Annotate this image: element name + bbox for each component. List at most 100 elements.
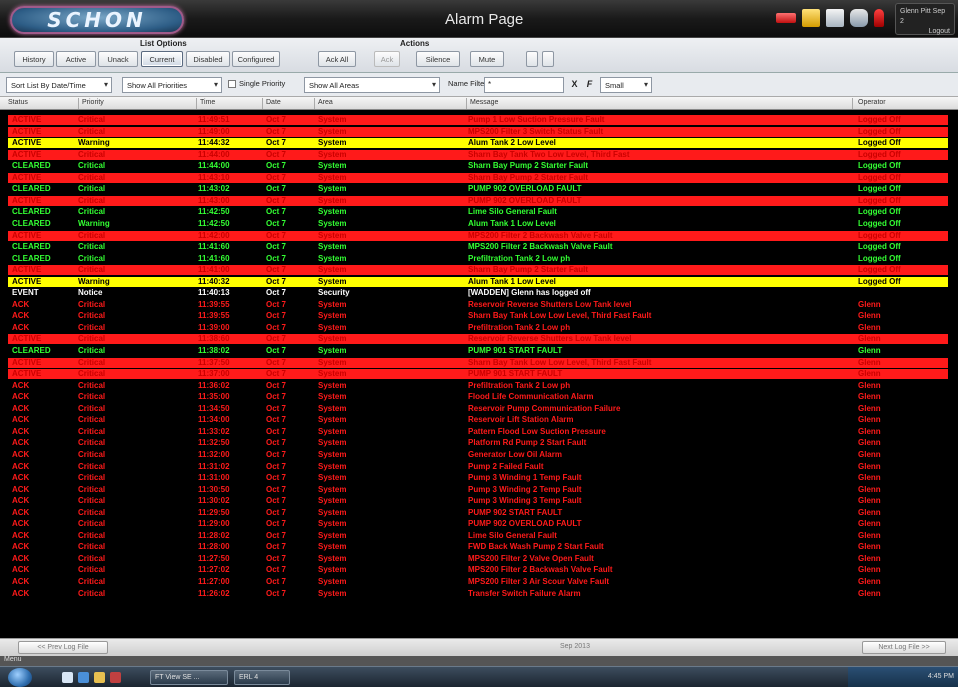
alarm-row[interactable]: ACK Critical 11:39:55 Oct 7 System Sharn Bay …: [8, 311, 948, 321]
history-button[interactable]: History: [14, 51, 54, 67]
alarm-row[interactable]: ACTIVE Warning 11:44:32 Oct 7 System Alum Tan…: [8, 138, 948, 148]
col-date[interactable]: Date: [266, 99, 281, 106]
alarm-area: System: [318, 300, 347, 309]
alarm-row[interactable]: ACTIVE Critical 11:44:00 Oct 7 System Sharn B…: [8, 150, 948, 160]
alarm-row[interactable]: CLEARED Critical 11:44:00 Oct 7 System Sharn …: [8, 161, 948, 171]
alarm-row[interactable]: ACK Critical 11:29:00 Oct 7 System PUMP 902 O…: [8, 519, 948, 529]
name-filter-input[interactable]: *: [484, 77, 564, 93]
col-time[interactable]: Time: [200, 99, 215, 106]
silence-button[interactable]: Silence: [416, 51, 460, 67]
media-icon[interactable]: [110, 672, 121, 683]
alarm-row[interactable]: ACK Critical 11:39:00 Oct 7 System Prefiltrat…: [8, 323, 948, 333]
export-icon[interactable]: [542, 51, 554, 67]
area-dropdown[interactable]: Show All Areas: [304, 77, 440, 93]
alarm-row[interactable]: ACTIVE Critical 11:49:00 Oct 7 System MPS200 …: [8, 127, 948, 137]
font-size-dropdown[interactable]: Small: [600, 77, 652, 93]
alarm-row[interactable]: CLEARED Critical 11:43:02 Oct 7 System PUMP 9…: [8, 184, 948, 194]
alarm-row[interactable]: ACTIVE Critical 11:49:51 Oct 7 System Pump 1 …: [8, 115, 948, 125]
alarm-row[interactable]: CLEARED Critical 11:42:50 Oct 7 System Lime S…: [8, 207, 948, 217]
taskbar-item-erl[interactable]: ERL 4: [234, 670, 290, 685]
alarm-row[interactable]: CLEARED Critical 11:41:60 Oct 7 System MPS200…: [8, 242, 948, 252]
alarm-row[interactable]: ACK Critical 11:27:02 Oct 7 System MPS200 Fil…: [8, 565, 948, 575]
alarm-bell-icon[interactable]: [776, 13, 796, 23]
alarm-message: Sharn Bay Tank Two Low Level, Third Fast: [468, 150, 630, 159]
ack-button[interactable]: Ack: [374, 51, 400, 67]
alarm-row[interactable]: ACK Critical 11:36:02 Oct 7 System Prefiltrat…: [8, 381, 948, 391]
document-icon[interactable]: [826, 9, 844, 27]
alarm-row[interactable]: ACK Critical 11:31:02 Oct 7 System Pump 2 Fai…: [8, 462, 948, 472]
alarm-row[interactable]: ACK Critical 11:27:50 Oct 7 System MPS200 Fil…: [8, 554, 948, 564]
alarm-row[interactable]: ACTIVE Critical 11:38:60 Oct 7 System Reservo…: [8, 334, 948, 344]
priority-dropdown[interactable]: Show All Priorities: [122, 77, 222, 93]
notes-icon[interactable]: [802, 9, 820, 27]
column-divider[interactable]: [852, 98, 853, 109]
current-button[interactable]: Current: [141, 51, 183, 67]
unack-button[interactable]: Unack: [98, 51, 138, 67]
taskbar-item-ftview[interactable]: FT View SE ...: [150, 670, 228, 685]
alarm-row[interactable]: ACK Critical 11:34:50 Oct 7 System Reservoir …: [8, 404, 948, 414]
desktop-icon[interactable]: [62, 672, 73, 683]
column-divider[interactable]: [314, 98, 315, 109]
alarm-row[interactable]: ACK Critical 11:28:00 Oct 7 System FWD Back W…: [8, 542, 948, 552]
alarm-row[interactable]: ACTIVE Critical 11:43:10 Oct 7 System Sharn B…: [8, 173, 948, 183]
col-status[interactable]: Status: [8, 99, 28, 106]
clock[interactable]: 4:45 PM: [928, 673, 954, 680]
single-priority-checkbox[interactable]: Single Priority: [228, 79, 285, 88]
alarm-row[interactable]: ACK Critical 11:34:00 Oct 7 System Reservoir …: [8, 415, 948, 425]
alarm-row[interactable]: ACTIVE Critical 11:43:00 Oct 7 System PUMP 90…: [8, 196, 948, 206]
alarm-row[interactable]: ACK Critical 11:28:02 Oct 7 System Lime Silo …: [8, 531, 948, 541]
column-divider[interactable]: [466, 98, 467, 109]
print-icon[interactable]: [526, 51, 538, 67]
alarm-row[interactable]: ACK Critical 11:35:00 Oct 7 System Flood Life…: [8, 392, 948, 402]
disabled-button[interactable]: Disabled: [186, 51, 230, 67]
alarm-row[interactable]: ACTIVE Warning 11:40:32 Oct 7 System Alum Tan…: [8, 277, 948, 287]
column-divider[interactable]: [196, 98, 197, 109]
alarm-row[interactable]: CLEARED Critical 11:38:02 Oct 7 System PUMP 9…: [8, 346, 948, 356]
alarm-row[interactable]: ACTIVE Critical 11:37:50 Oct 7 System Sharn B…: [8, 358, 948, 368]
alarm-row[interactable]: ACTIVE Critical 11:42:00 Oct 7 System MPS200 …: [8, 231, 948, 241]
clear-filter-icon[interactable]: X: [568, 78, 581, 91]
user-panel[interactable]: Glenn Pitt Sep 2 Logout: [895, 3, 955, 35]
alarm-row[interactable]: ACK Critical 11:30:50 Oct 7 System Pump 3 Win…: [8, 485, 948, 495]
mute-button[interactable]: Mute: [470, 51, 504, 67]
alarm-row[interactable]: CLEARED Critical 11:41:60 Oct 7 System Prefil…: [8, 254, 948, 264]
col-message[interactable]: Message: [470, 99, 498, 106]
ack-all-button[interactable]: Ack All: [318, 51, 356, 67]
configured-button[interactable]: Configured: [232, 51, 280, 67]
menu-button[interactable]: Menu: [4, 656, 22, 663]
column-divider[interactable]: [78, 98, 79, 109]
browser-icon[interactable]: [78, 672, 89, 683]
prev-log-button[interactable]: << Prev Log File: [18, 641, 108, 654]
col-area[interactable]: Area: [318, 99, 333, 106]
alarm-row[interactable]: EVENT Notice 11:40:13 Oct 7 Security [WADDEN]…: [8, 288, 948, 298]
alarm-row[interactable]: ACK Critical 11:31:00 Oct 7 System Pump 3 Win…: [8, 473, 948, 483]
alarm-row[interactable]: ACTIVE Critical 11:37:00 Oct 7 System PUMP 90…: [8, 369, 948, 379]
alarm-row[interactable]: ACK Critical 11:30:02 Oct 7 System Pump 3 Win…: [8, 496, 948, 506]
col-priority[interactable]: Priority: [82, 99, 104, 106]
users-icon[interactable]: [850, 9, 868, 27]
alarm-row[interactable]: ACK Critical 11:33:02 Oct 7 System Pattern Fl…: [8, 427, 948, 437]
checkbox-box[interactable]: [228, 79, 236, 88]
alarm-row[interactable]: ACK Critical 11:29:50 Oct 7 System PUMP 902 S…: [8, 508, 948, 518]
alarm-row[interactable]: ACK Critical 11:27:00 Oct 7 System MPS200 Fil…: [8, 577, 948, 587]
alarm-row[interactable]: ACK Critical 11:26:02 Oct 7 System Transfer S…: [8, 589, 948, 599]
sort-dropdown[interactable]: Sort List By Date/Time: [6, 77, 112, 93]
system-tray[interactable]: 4:45 PM: [848, 667, 958, 687]
alarm-row[interactable]: ACK Critical 11:39:55 Oct 7 System Reservoir …: [8, 300, 948, 310]
column-divider[interactable]: [262, 98, 263, 109]
fire-extinguisher-icon[interactable]: [874, 9, 884, 27]
alarm-row[interactable]: ACK Critical 11:32:00 Oct 7 System Generator …: [8, 450, 948, 460]
active-button[interactable]: Active: [56, 51, 96, 67]
alarm-row[interactable]: ACK Critical 11:32:50 Oct 7 System Platform R…: [8, 438, 948, 448]
alarm-area: System: [318, 404, 347, 413]
alarm-row[interactable]: ACTIVE Critical 11:41:00 Oct 7 System Sharn B…: [8, 265, 948, 275]
alarm-row[interactable]: CLEARED Warning 11:42:50 Oct 7 System Alum Ta…: [8, 219, 948, 229]
refresh-filter-icon[interactable]: F: [583, 78, 596, 91]
alarm-operator: Glenn: [858, 404, 881, 413]
folder-icon[interactable]: [94, 672, 105, 683]
logout-link[interactable]: Logout: [900, 27, 950, 37]
start-orb-icon[interactable]: [8, 668, 32, 687]
col-operator[interactable]: Operator: [858, 99, 886, 106]
alarm-status: ACTIVE: [12, 173, 42, 182]
next-log-button[interactable]: Next Log File >>: [862, 641, 946, 654]
